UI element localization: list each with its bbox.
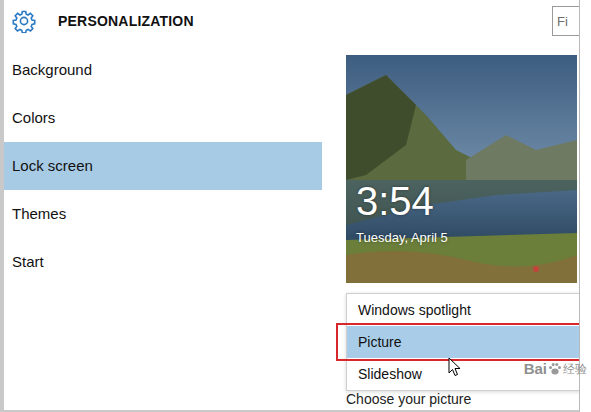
landscape-picture: [346, 55, 577, 283]
search-field[interactable]: [552, 6, 579, 36]
watermark-suffix: 经验: [563, 360, 587, 378]
paw-icon: [548, 362, 562, 376]
watermark-brand: Bai: [524, 358, 547, 381]
lock-screen-preview: 3:54 Tuesday, April 5: [346, 55, 577, 283]
dropdown-option-label: Picture: [358, 332, 402, 353]
sidebar: Background Colors Lock screen Themes Start: [4, 42, 322, 408]
sidebar-item-label: Start: [12, 251, 44, 274]
sidebar-item-label: Colors: [12, 107, 55, 130]
clock-text: 3:54: [356, 180, 448, 222]
watermark: Bai 经验: [524, 358, 587, 381]
highlight-annotation: Picture: [339, 326, 580, 358]
sidebar-item[interactable]: Background: [4, 46, 322, 94]
sidebar-item[interactable]: Lock screen: [4, 142, 322, 190]
content: Background Colors Lock screen Themes Start: [4, 42, 579, 408]
dropdown-option[interactable]: Picture: [347, 326, 580, 358]
dropdown-option[interactable]: Windows spotlight: [347, 294, 580, 326]
screen: PERSONALIZATION Background Colors Lock scr…: [0, 0, 591, 412]
header-bar: PERSONALIZATION: [4, 0, 579, 42]
settings-window: PERSONALIZATION Background Colors Lock scr…: [0, 0, 580, 412]
window-title: PERSONALIZATION: [58, 11, 194, 32]
sidebar-item-label: Background: [12, 59, 92, 82]
sidebar-item-label: Lock screen: [12, 155, 93, 178]
sidebar-item[interactable]: Themes: [4, 190, 322, 238]
dropdown-option-label: Windows spotlight: [358, 300, 471, 321]
lock-screen-pane: 3:54 Tuesday, April 5 Windows spotlight P…: [346, 42, 577, 408]
sidebar-item-label: Themes: [12, 203, 66, 226]
highlight-annotation: Windows spotlight: [347, 294, 580, 326]
section-heading: Choose your picture: [346, 391, 577, 408]
sidebar-item[interactable]: Start: [4, 238, 322, 286]
dropdown-option-label: Slideshow: [358, 364, 422, 385]
date-text: Tuesday, April 5: [356, 228, 448, 248]
gear-icon[interactable]: [12, 9, 36, 33]
lock-overlay: 3:54 Tuesday, April 5: [356, 180, 448, 248]
sidebar-item[interactable]: Colors: [4, 94, 322, 142]
mouse-cursor-icon: [448, 357, 461, 377]
